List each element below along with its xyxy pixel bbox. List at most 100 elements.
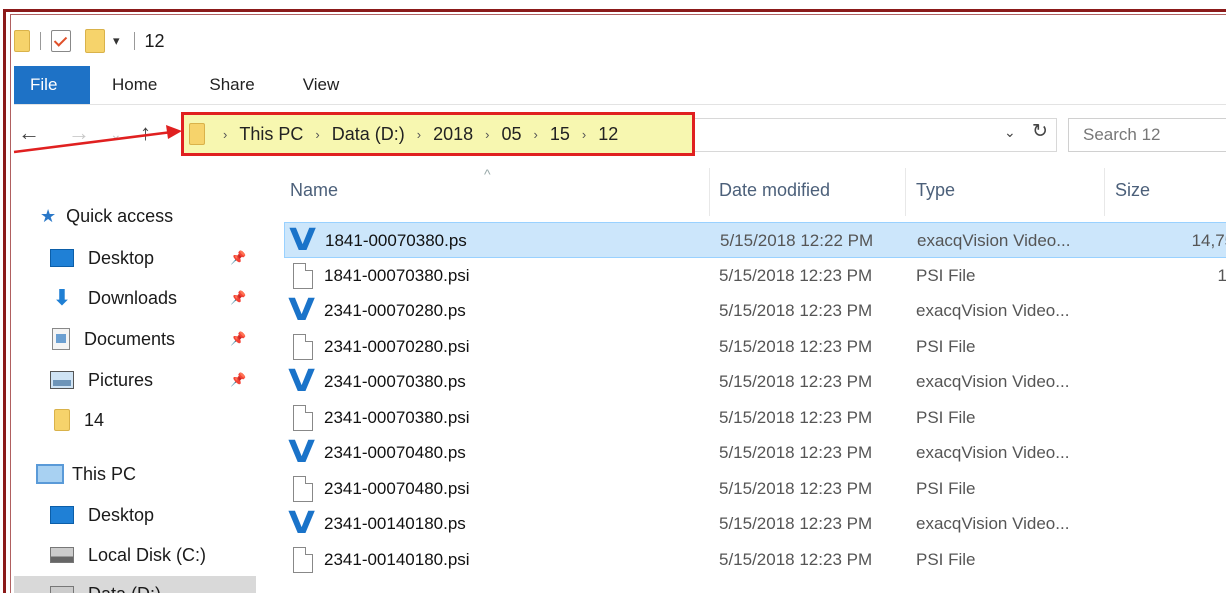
breadcrumb-2018[interactable]: 2018 xyxy=(433,124,473,145)
annotation-arrow xyxy=(13,125,182,154)
sidebar-item-desktop[interactable]: Desktop 📌 xyxy=(50,240,256,276)
column-header-name[interactable]: Name xyxy=(290,180,338,201)
table-row[interactable]: 2341-00070380.psi 5/15/2018 12:23 PM PSI F… xyxy=(284,400,1226,436)
desktop-icon xyxy=(50,249,74,267)
file-icon xyxy=(293,546,313,573)
table-row[interactable]: V 2341-00070480.ps 5/15/2018 12:23 PM exacq… xyxy=(284,435,1226,471)
file-type: PSI File xyxy=(916,336,976,356)
file-type: PSI File xyxy=(916,478,976,498)
date-modified: 5/15/2018 12:23 PM xyxy=(719,407,873,427)
table-row[interactable]: 2341-00140180.psi 5/15/2018 12:23 PM PSI F… xyxy=(284,542,1226,578)
address-dropdown-icon[interactable]: ⌄ xyxy=(1004,124,1016,141)
pin-icon[interactable]: 📌 xyxy=(230,372,246,388)
chevron-right-icon[interactable]: › xyxy=(485,127,489,142)
sidebar-item-folder-14[interactable]: 14 xyxy=(54,402,104,438)
chevron-right-icon[interactable]: › xyxy=(582,127,586,142)
file-type: PSI File xyxy=(916,265,976,285)
sidebar-item-quick-access[interactable]: ★ Quick access xyxy=(40,198,173,234)
tab-view[interactable]: View xyxy=(277,66,362,104)
file-name: 1841-00070380.ps xyxy=(325,231,467,250)
exacqvision-v-icon: V xyxy=(288,364,315,399)
date-modified: 5/15/2018 12:23 PM xyxy=(719,301,873,320)
sidebar-item-downloads[interactable]: ⬇ Downloads 📌 xyxy=(50,280,256,316)
date-modified: 5/15/2018 12:23 PM xyxy=(719,265,873,285)
file-type: exacqVision Video... xyxy=(916,514,1070,533)
file-size: 14,756 KB xyxy=(1191,231,1226,250)
sidebar-item-label: Desktop xyxy=(88,504,155,525)
sidebar-item-pc-desktop[interactable]: Desktop xyxy=(50,497,154,533)
chevron-right-icon[interactable]: › xyxy=(533,127,537,142)
pictures-icon xyxy=(50,371,74,389)
sidebar-item-label: Quick access xyxy=(66,205,174,226)
column-headers: ^ Name Date modified Type Size xyxy=(258,164,1226,220)
chevron-right-icon[interactable]: › xyxy=(315,127,319,142)
column-header-date-modified[interactable]: Date modified xyxy=(719,180,830,201)
column-header-size[interactable]: Size xyxy=(1115,180,1150,201)
column-divider[interactable] xyxy=(905,168,906,216)
file-size: 2 KB xyxy=(1152,372,1226,392)
date-modified: 5/15/2018 12:23 PM xyxy=(719,478,873,498)
file-type: exacqVision Video... xyxy=(917,231,1071,250)
navigation-pane: ★ Quick access Desktop 📌 ⬇ Downloads 📌 D… xyxy=(14,190,256,593)
table-row[interactable]: 2341-00070480.psi 5/15/2018 12:23 PM PSI F… xyxy=(284,471,1226,507)
file-name: 2341-00070480.psi xyxy=(324,478,470,498)
file-size: 0 KB xyxy=(1152,337,1226,357)
disk-icon xyxy=(50,586,74,593)
table-row[interactable]: 1841-00070380.psi 5/15/2018 12:23 PM PSI F… xyxy=(284,258,1226,294)
table-row[interactable]: V 2341-00070280.ps 5/15/2018 12:23 PM exacq… xyxy=(284,293,1226,329)
file-list: ^ Name Date modified Type Size V 1841-000… xyxy=(258,164,1226,593)
table-row[interactable]: V 2341-00140180.ps 5/15/2018 12:23 PM exacq… xyxy=(284,506,1226,542)
folder-icon xyxy=(54,409,70,431)
file-size: 119 KB xyxy=(1217,265,1226,285)
address-bar-remainder[interactable] xyxy=(695,118,1057,152)
sidebar-item-label: Data (D:) xyxy=(88,584,161,593)
computer-icon xyxy=(36,464,64,484)
sidebar-item-this-pc[interactable]: This PC xyxy=(36,456,136,492)
sidebar-item-documents[interactable]: Documents 📌 xyxy=(52,321,256,357)
breadcrumb-05[interactable]: 05 xyxy=(501,124,521,145)
pin-icon[interactable]: 📌 xyxy=(230,331,246,347)
file-icon xyxy=(293,404,313,431)
file-size: 0 KB xyxy=(1152,550,1226,570)
table-row[interactable]: 2341-00070280.psi 5/15/2018 12:23 PM PSI F… xyxy=(284,329,1226,365)
file-name: 1841-00070380.psi xyxy=(324,265,470,285)
breadcrumb-15[interactable]: 15 xyxy=(550,124,570,145)
column-divider[interactable] xyxy=(709,168,710,216)
column-divider[interactable] xyxy=(1104,168,1105,216)
file-name: 2341-00070280.ps xyxy=(324,301,466,320)
sort-ascending-icon: ^ xyxy=(484,166,491,182)
breadcrumb-this-pc[interactable]: This PC xyxy=(239,124,303,145)
star-icon: ★ xyxy=(40,205,57,226)
exacqvision-v-icon: V xyxy=(288,506,315,541)
search-input[interactable]: Search 12 xyxy=(1068,118,1226,152)
refresh-icon[interactable]: ↻ xyxy=(1032,120,1048,143)
breadcrumb-data-d[interactable]: Data (D:) xyxy=(332,124,405,145)
file-size: 2 KB xyxy=(1152,301,1226,321)
sidebar-item-local-disk-c[interactable]: Local Disk (C:) xyxy=(50,537,206,573)
date-modified: 5/15/2018 12:23 PM xyxy=(719,336,873,356)
sidebar-item-data-d[interactable]: Data (D:) xyxy=(14,576,256,593)
column-header-type[interactable]: Type xyxy=(916,180,955,201)
sidebar-item-label: Documents xyxy=(84,328,176,349)
sidebar-item-label: This PC xyxy=(72,463,137,484)
sidebar-item-label: Downloads xyxy=(88,287,178,308)
file-type: exacqVision Video... xyxy=(916,372,1070,391)
date-modified: 5/15/2018 12:23 PM xyxy=(719,443,873,462)
chevron-right-icon[interactable]: › xyxy=(417,127,421,142)
table-row[interactable]: V 2341-00070380.ps 5/15/2018 12:23 PM exacq… xyxy=(284,364,1226,400)
table-row[interactable]: V 1841-00070380.ps 5/15/2018 12:22 PM exacq… xyxy=(284,222,1226,258)
file-name: 2341-00140180.psi xyxy=(324,549,470,569)
file-size: 0 KB xyxy=(1152,479,1226,499)
file-icon xyxy=(293,333,313,360)
pin-icon[interactable]: 📌 xyxy=(230,290,246,306)
file-name: 2341-00070280.psi xyxy=(324,336,470,356)
file-name: 2341-00070380.psi xyxy=(324,407,470,427)
pin-icon[interactable]: 📌 xyxy=(230,250,246,266)
documents-icon xyxy=(52,328,70,350)
sidebar-item-pictures[interactable]: Pictures 📌 xyxy=(50,362,256,398)
chevron-right-icon[interactable]: › xyxy=(223,127,227,142)
address-bar-breadcrumb[interactable]: › This PC › Data (D:) › 2018 › 05 › 15 ›… xyxy=(181,112,695,156)
breadcrumb-12[interactable]: 12 xyxy=(598,124,618,145)
file-type: exacqVision Video... xyxy=(916,301,1070,320)
date-modified: 5/15/2018 12:22 PM xyxy=(720,231,874,250)
